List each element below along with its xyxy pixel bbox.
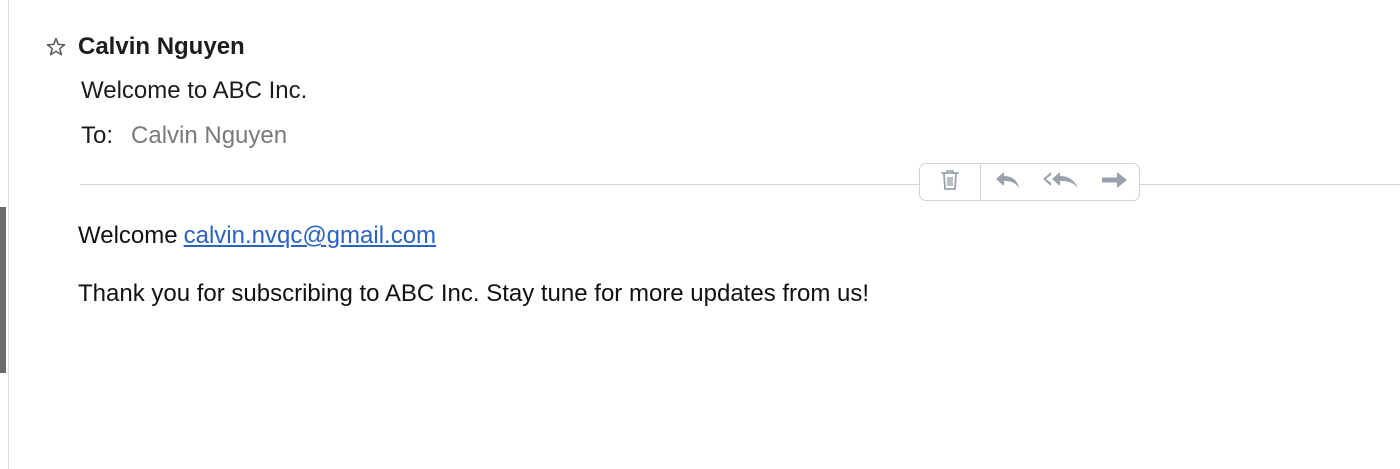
email-subject: Welcome to ABC Inc. [81,77,308,104]
greeting-line: Welcome calvin.nvqc@gmail.com [78,222,869,254]
message-actions-toolbar [919,163,1140,201]
delete-button[interactable] [920,164,981,200]
forward-icon [1099,169,1129,196]
sender-name: Calvin Nguyen [78,33,245,60]
reply-all-icon [1041,169,1081,196]
header-divider [80,184,1400,185]
reply-all-button[interactable] [1033,164,1089,200]
trash-icon [939,168,961,197]
reply-icon [993,169,1021,196]
message-text: Thank you for subscribing to ABC Inc. St… [78,280,870,307]
recipients-row: To: Calvin Nguyen [81,122,287,150]
message-header: Calvin Nguyen [44,30,245,64]
message-body: Welcome calvin.nvqc@gmail.com Thank you … [78,222,869,312]
email-link[interactable]: calvin.nvqc@gmail.com [184,222,436,250]
reply-button[interactable] [981,164,1033,200]
email-message-window: Calvin Nguyen Welcome to ABC Inc. To: Ca… [0,0,1400,469]
recipient-name[interactable]: Calvin Nguyen [131,122,287,150]
to-label: To: [81,122,114,149]
greeting-text: Welcome [78,222,178,249]
pane-divider [8,0,9,469]
scrollbar-thumb[interactable] [0,207,6,373]
forward-button[interactable] [1089,164,1139,200]
star-icon[interactable] [44,35,68,59]
